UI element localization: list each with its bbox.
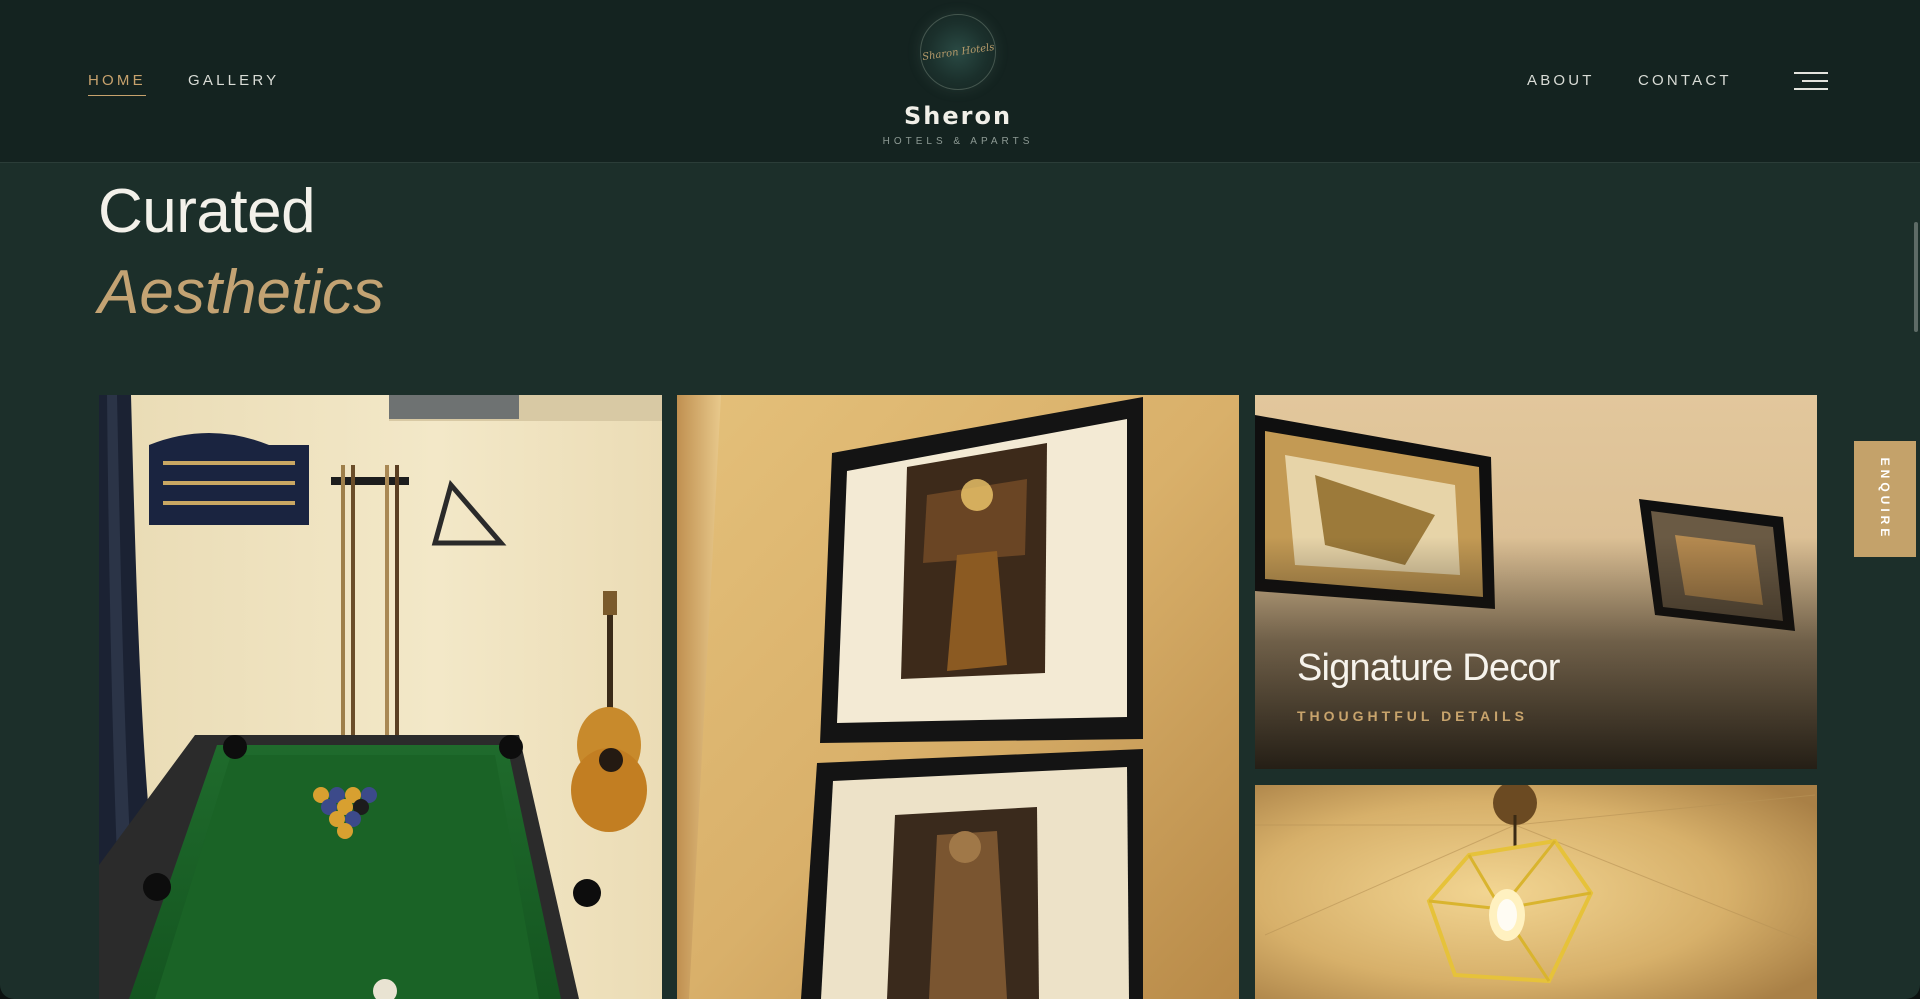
billiards-room-photo [99,395,662,999]
enquire-label: ENQUIRE [1878,457,1892,541]
brand-logo[interactable]: Sharon Hotels Sheron HOTELS & APARTS [880,14,1036,147]
brand-tagline: HOTELS & APARTS [882,136,1034,147]
section-title: Curated [98,177,316,246]
logo-script-text: Sharon Hotels [921,41,995,63]
nav-gallery[interactable]: GALLERY [188,72,279,95]
tile-caption-subtitle: THOUGHTFUL DETAILS [1297,708,1528,724]
tile-caption-title: Signature Decor [1297,647,1560,689]
hamburger-line [1794,88,1828,90]
hamburger-icon[interactable] [1794,70,1828,92]
nav-home[interactable]: HOME [88,72,146,96]
hamburger-line [1794,72,1828,74]
site-header: HOME GALLERY Sharon Hotels Sheron HOTELS… [0,0,1920,163]
gallery-tile-billiards[interactable] [99,395,662,999]
pendant-lamp-photo [1255,785,1817,999]
browser-viewport: HOME GALLERY Sharon Hotels Sheron HOTELS… [0,0,1920,999]
nav-about[interactable]: ABOUT [1527,72,1595,95]
brand-name: Sheron [903,102,1013,130]
scrollbar-thumb[interactable] [1914,222,1918,332]
gallery-tile-lamp[interactable] [1255,785,1817,999]
nav-contact[interactable]: CONTACT [1638,72,1732,95]
logo-emblem: Sharon Hotels [920,14,996,90]
hamburger-line [1802,80,1828,82]
section-title-accent: Aesthetics [98,258,385,327]
framed-portraits-photo [677,395,1239,999]
enquire-tab[interactable]: ENQUIRE [1854,441,1916,557]
gallery-tile-portraits[interactable] [677,395,1239,999]
